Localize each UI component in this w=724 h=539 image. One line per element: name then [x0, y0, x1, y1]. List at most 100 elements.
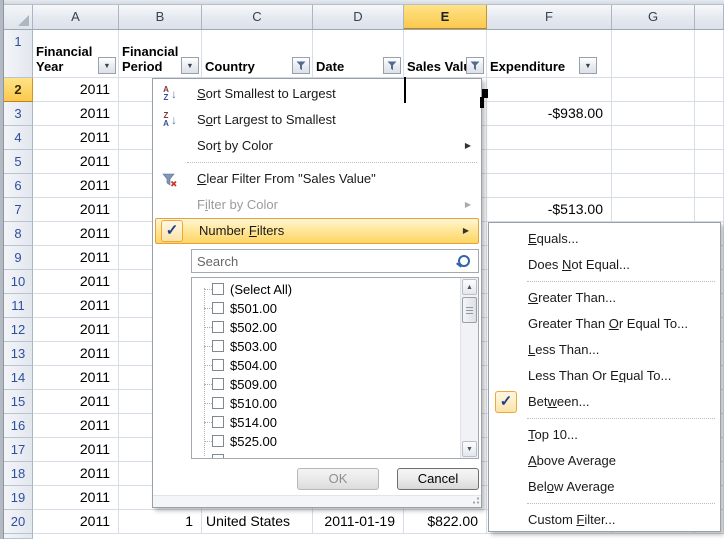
row-header-13[interactable]: 13	[4, 342, 33, 366]
submenu-item-between[interactable]: ✓Between...	[489, 389, 720, 415]
row-header-19[interactable]: 19	[4, 486, 33, 510]
cell-A10[interactable]: 2011	[33, 270, 119, 294]
menu-item-sort-by-color[interactable]: Sort by Color▶	[154, 133, 480, 159]
cell-G7[interactable]	[612, 198, 695, 222]
filter-value-item[interactable]: $510.00	[192, 394, 461, 413]
submenu-item-less-than[interactable]: Less Than...	[489, 337, 720, 363]
cell-D20[interactable]: 2011-01-19	[313, 510, 404, 534]
row-header-14[interactable]: 14	[4, 366, 33, 390]
filter-value-checkbox[interactable]	[212, 302, 224, 314]
cell-A12[interactable]: 2011	[33, 318, 119, 342]
cell-A14[interactable]: 2011	[33, 366, 119, 390]
filter-value-checkbox[interactable]	[212, 359, 224, 371]
cancel-button[interactable]: Cancel	[397, 468, 479, 490]
row-header-20[interactable]: 20	[4, 510, 33, 534]
filter-value-checkbox[interactable]	[212, 435, 224, 447]
filter-value-item[interactable]: (Select All)	[192, 280, 461, 299]
filter-value-checkbox[interactable]	[212, 378, 224, 390]
cell-A15[interactable]: 2011	[33, 390, 119, 414]
cell-E1[interactable]: Sales Value	[404, 30, 487, 78]
cell-A18[interactable]: 2011	[33, 462, 119, 486]
cell-A8[interactable]: 2011	[33, 222, 119, 246]
row-header-9[interactable]: 9	[4, 246, 33, 270]
cell-G4[interactable]	[612, 126, 695, 150]
row-header-2[interactable]: 2	[4, 78, 33, 102]
filter-value-checkbox[interactable]	[212, 321, 224, 333]
submenu-item-greater-than[interactable]: Greater Than...	[489, 285, 720, 311]
scroll-down-button[interactable]: ▼	[462, 441, 477, 457]
cell-F1[interactable]: Expenditure ▼	[487, 30, 612, 78]
cell-F3[interactable]: -$938.00	[487, 102, 612, 126]
row-header-15[interactable]: 15	[4, 390, 33, 414]
column-header-F[interactable]: F	[487, 5, 612, 29]
filter-button-date[interactable]	[383, 57, 401, 74]
filter-button-expenditure[interactable]: ▼	[579, 57, 597, 74]
filter-button-financial-period[interactable]: ▼	[181, 57, 199, 74]
row-header-1[interactable]: 1	[4, 30, 33, 78]
cell-A4[interactable]: 2011	[33, 126, 119, 150]
submenu-item-custom-filter[interactable]: Custom Filter...	[489, 507, 720, 533]
cell-F4[interactable]	[487, 126, 612, 150]
filter-value-item[interactable]: $502.00	[192, 318, 461, 337]
cell-B1[interactable]: Financial Period ▼	[119, 30, 202, 78]
row-header-10[interactable]: 10	[4, 270, 33, 294]
search-icon[interactable]	[458, 255, 470, 267]
select-all-corner[interactable]	[4, 5, 33, 29]
search-input[interactable]	[192, 250, 455, 271]
column-header-E[interactable]: E	[404, 5, 487, 29]
cell-G1[interactable]	[612, 30, 695, 78]
cell-F2[interactable]	[487, 78, 612, 102]
menu-item-number-filters[interactable]: ✓Number Filters▶	[155, 218, 479, 244]
cell-B20[interactable]: 1	[119, 510, 202, 534]
cell-A2[interactable]: 2011	[33, 78, 119, 102]
menu-item-clear-filter[interactable]: Clear Filter From "Sales Value"	[154, 166, 480, 192]
cell-A1[interactable]: Financial Year ▼	[33, 30, 119, 78]
cell-A11[interactable]: 2011	[33, 294, 119, 318]
submenu-item-top-10[interactable]: Top 10...	[489, 422, 720, 448]
cell-C1[interactable]: Country	[202, 30, 313, 78]
cell-G6[interactable]	[612, 174, 695, 198]
filter-value-checkbox[interactable]	[212, 340, 224, 352]
filter-value-item[interactable]: $514.00	[192, 413, 461, 432]
cell-E20[interactable]: $822.00	[404, 510, 487, 534]
row-header-4[interactable]: 4	[4, 126, 33, 150]
submenu-item-less-than-or-equal-to[interactable]: Less Than Or Equal To...	[489, 363, 720, 389]
filter-value-checkbox[interactable]	[212, 283, 224, 295]
row-header-12[interactable]: 12	[4, 318, 33, 342]
cell-A16[interactable]: 2011	[33, 414, 119, 438]
cell-G3[interactable]	[612, 102, 695, 126]
submenu-item-greater-than-or-equal-to[interactable]: Greater Than Or Equal To...	[489, 311, 720, 337]
scroll-up-button[interactable]: ▲	[462, 279, 477, 295]
cell-D1[interactable]: Date	[313, 30, 404, 78]
scrollbar-thumb[interactable]	[462, 297, 477, 323]
filter-button-country[interactable]	[292, 57, 310, 74]
submenu-item-equals[interactable]: Equals...	[489, 226, 720, 252]
list-scrollbar[interactable]: ▲ ▼	[460, 278, 478, 458]
filter-value-item[interactable]: $503.00	[192, 337, 461, 356]
cell-A20[interactable]: 2011	[33, 510, 119, 534]
row-header-3[interactable]: 3	[4, 102, 33, 126]
cell-A6[interactable]: 2011	[33, 174, 119, 198]
cell-G2[interactable]	[612, 78, 695, 102]
submenu-item-below-average[interactable]: Below Average	[489, 474, 720, 500]
row-header-7[interactable]: 7	[4, 198, 33, 222]
column-header-A[interactable]: A	[33, 5, 119, 29]
column-header-G[interactable]: G	[612, 5, 695, 29]
column-header-D[interactable]: D	[313, 5, 404, 29]
row-header-17[interactable]: 17	[4, 438, 33, 462]
cell-A19[interactable]: 2011	[33, 486, 119, 510]
cell-F5[interactable]	[487, 150, 612, 174]
filter-button-financial-year[interactable]: ▼	[98, 57, 116, 74]
row-header-5[interactable]: 5	[4, 150, 33, 174]
cell-A7[interactable]: 2011	[33, 198, 119, 222]
filter-value-item[interactable]: $509.00	[192, 375, 461, 394]
cell-A13[interactable]: 2011	[33, 342, 119, 366]
cell-A3[interactable]: 2011	[33, 102, 119, 126]
filter-button-sales-value[interactable]	[466, 57, 484, 74]
cell-G5[interactable]	[612, 150, 695, 174]
cell-A17[interactable]: 2011	[33, 438, 119, 462]
cell-F7[interactable]: -$513.00	[487, 198, 612, 222]
row-header-8[interactable]: 8	[4, 222, 33, 246]
column-header-B[interactable]: B	[119, 5, 202, 29]
filter-value-item[interactable]: $504.00	[192, 356, 461, 375]
